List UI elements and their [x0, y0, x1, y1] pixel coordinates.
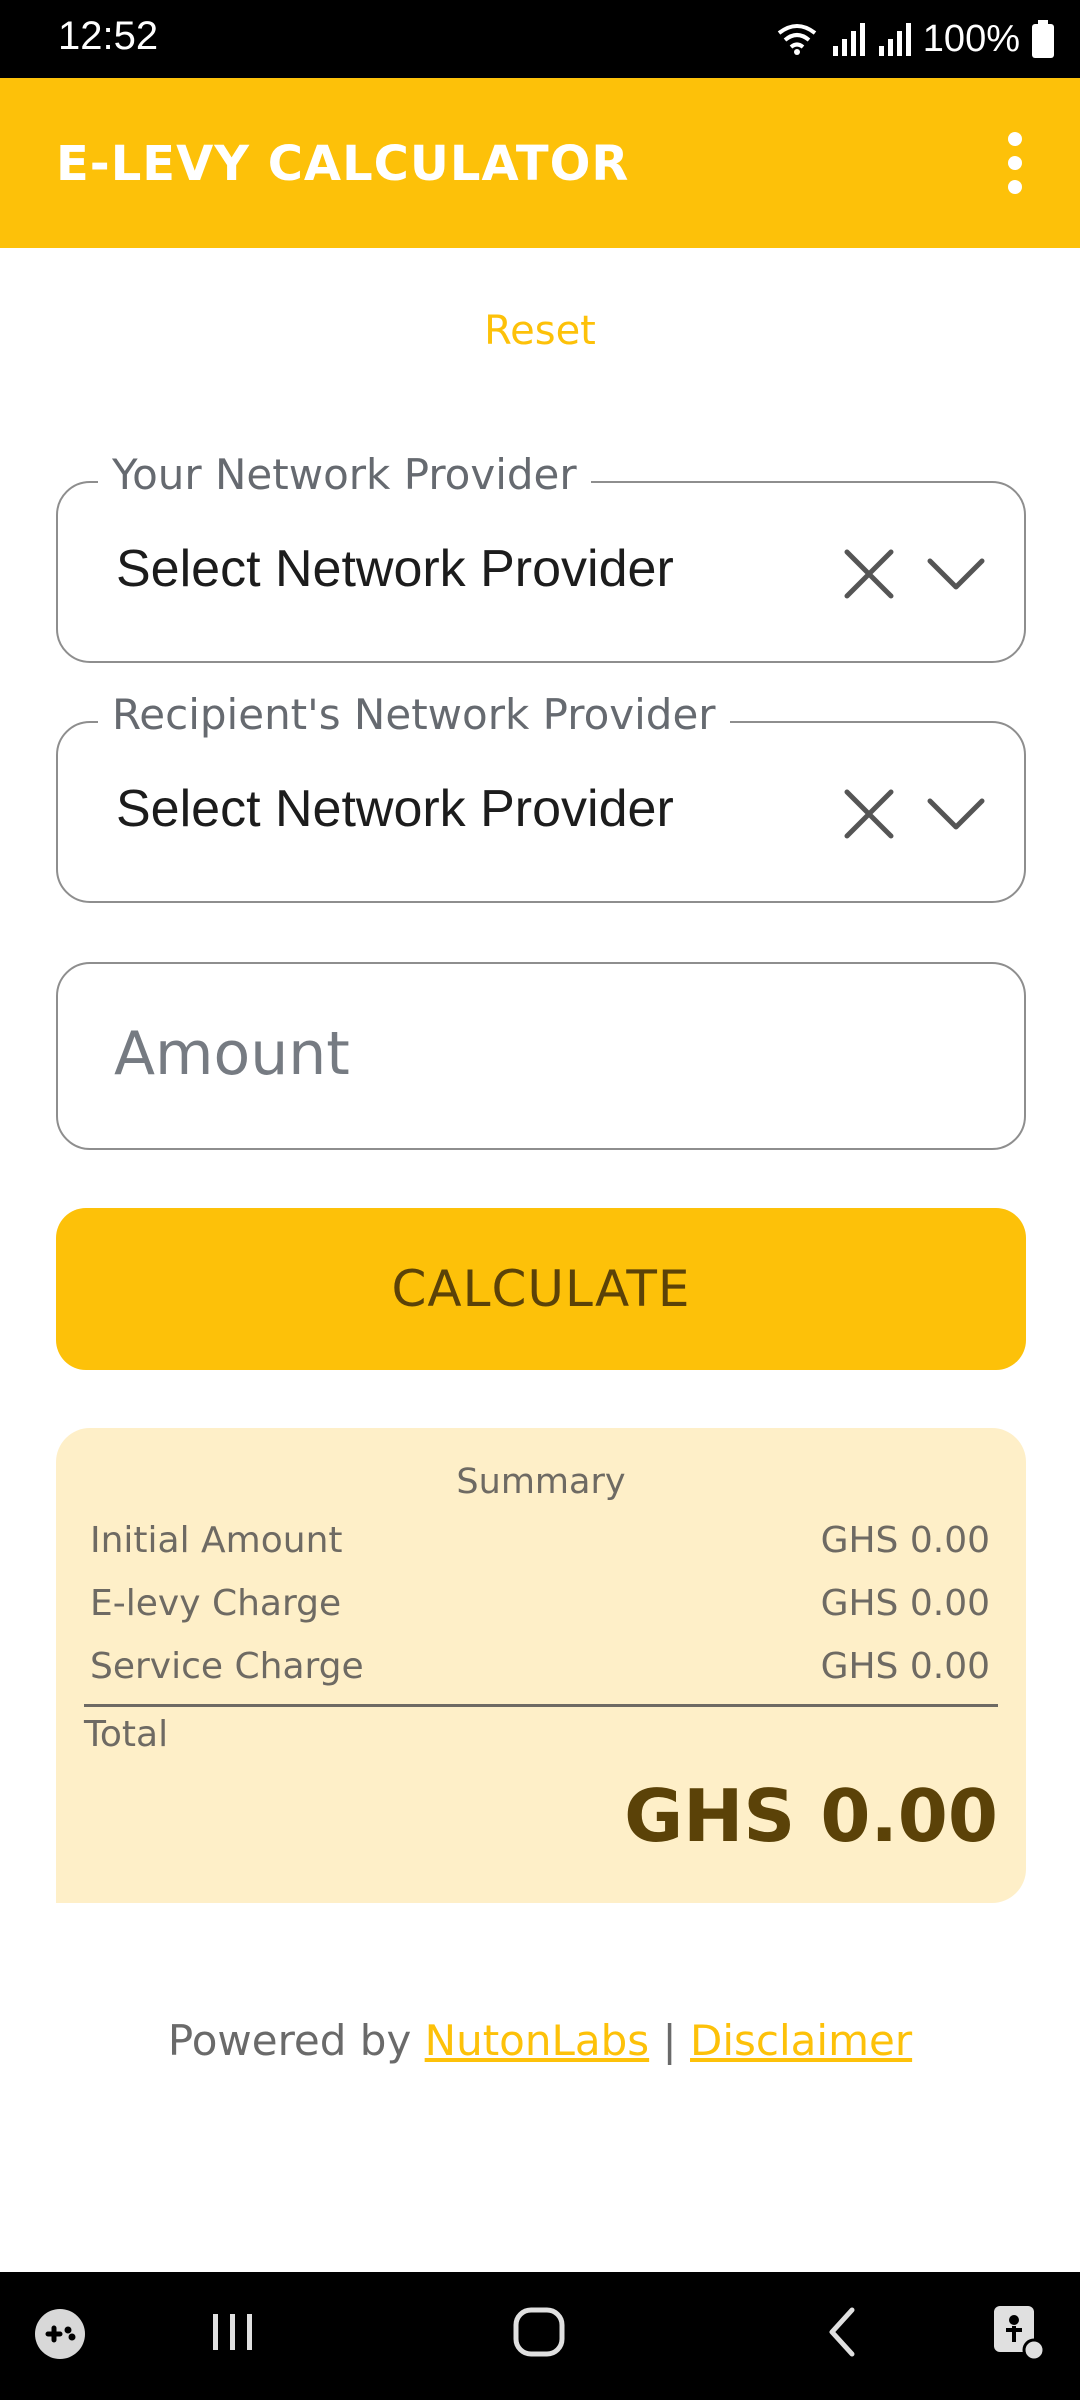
- clear-icon[interactable]: [842, 547, 896, 601]
- summary-row-initial-amount: Initial Amount GHS 0.00: [90, 1520, 990, 1561]
- footer: Powered by NutonLabs | Disclaimer: [0, 2016, 1080, 2065]
- summary-row-value: GHS 0.00: [820, 1520, 990, 1561]
- more-options-button[interactable]: [980, 118, 1050, 208]
- field-label: Recipient's Network Provider: [98, 690, 730, 739]
- more-vert-icon: [1008, 132, 1022, 146]
- summary-row-label: E-levy Charge: [90, 1583, 342, 1624]
- summary-row-value: GHS 0.00: [820, 1583, 990, 1624]
- summary-divider: [84, 1704, 998, 1707]
- your-network-provider-select[interactable]: Your Network Provider Select Network Pro…: [56, 450, 1026, 663]
- field-label: Your Network Provider: [98, 450, 591, 499]
- summary-title: Summary: [456, 1462, 626, 1502]
- recents-icon[interactable]: [208, 2302, 258, 2362]
- game-launcher-icon[interactable]: [32, 2306, 88, 2362]
- chevron-down-icon[interactable]: [926, 791, 986, 837]
- battery-level: 100%: [922, 17, 1020, 60]
- disclaimer-link[interactable]: Disclaimer: [690, 2016, 912, 2065]
- nutonlabs-link[interactable]: NutonLabs: [425, 2016, 650, 2065]
- footer-separator: |: [649, 2016, 691, 2065]
- home-icon[interactable]: [510, 2302, 570, 2362]
- signal-icon: [878, 23, 911, 56]
- wifi-icon: [777, 24, 817, 55]
- amount-field[interactable]: [56, 962, 1026, 1150]
- footer-prefix: Powered by: [167, 2016, 425, 2065]
- summary-row-elevy-charge: E-levy Charge GHS 0.00: [90, 1583, 990, 1624]
- signal-icon: [832, 23, 865, 56]
- recipient-network-provider-select[interactable]: Recipient's Network Provider Select Netw…: [56, 690, 1026, 903]
- back-icon[interactable]: [822, 2302, 862, 2362]
- select-value: Select Network Provider: [116, 540, 674, 598]
- chevron-down-icon[interactable]: [926, 551, 986, 597]
- summary-row-label: Service Charge: [90, 1646, 364, 1687]
- select-value: Select Network Provider: [116, 780, 674, 838]
- summary-row-value: GHS 0.00: [820, 1646, 990, 1687]
- summary-card: Summary Initial Amount GHS 0.00 E-levy C…: [56, 1428, 1026, 1903]
- amount-input[interactable]: [114, 1004, 964, 1104]
- summary-row-label: Initial Amount: [90, 1520, 343, 1561]
- more-vert-icon: [1008, 180, 1022, 194]
- more-vert-icon: [1008, 156, 1022, 170]
- total-value: GHS 0.00: [624, 1774, 998, 1858]
- accessibility-icon[interactable]: [990, 2302, 1046, 2362]
- summary-row-service-charge: Service Charge GHS 0.00: [90, 1646, 990, 1687]
- status-icons: 100%: [775, 12, 1054, 66]
- reset-button[interactable]: Reset: [0, 308, 1080, 354]
- battery-icon: [1032, 20, 1054, 58]
- status-bar: 12:52 100%: [0, 0, 1080, 78]
- navigation-bar: [0, 2272, 1080, 2400]
- app-bar: E-LEVY CALCULATOR: [0, 78, 1080, 248]
- total-label: Total: [84, 1714, 169, 1755]
- app-title: E-LEVY CALCULATOR: [56, 136, 630, 192]
- clear-icon[interactable]: [842, 787, 896, 841]
- calculate-button[interactable]: CALCULATE: [56, 1208, 1026, 1370]
- status-time: 12:52: [58, 14, 159, 58]
